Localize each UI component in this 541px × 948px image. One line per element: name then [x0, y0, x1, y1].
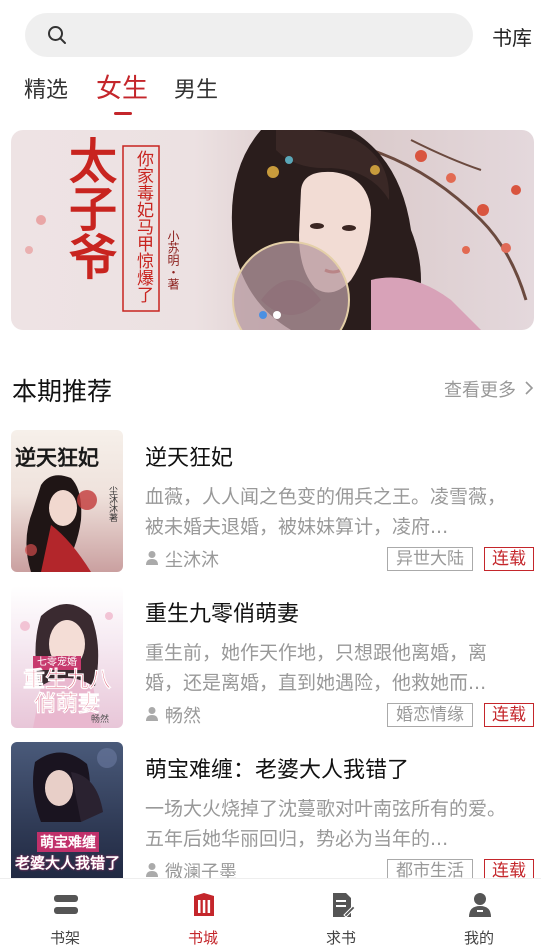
list-item[interactable]: 七零宠婚 重生九八俏萌妻 畅然 重生九零俏萌妻 重生前，她作天作地，只想跟他离婚… [0, 586, 541, 728]
book-cover[interactable]: 逆天狂妃 尘沐沐著 [11, 430, 123, 572]
category-tabs: 精选 女生 男生 [0, 68, 541, 118]
recommend-section-header: 本期推荐 查看更多 [0, 366, 541, 410]
tab-active-indicator [114, 112, 132, 115]
book-description: 重生前，她作天作地，只想跟他离婚，离婚，还是离婚，直到她遇险，他救她而... [145, 642, 488, 694]
cover-subtitle: 老婆大人我错了 [15, 854, 121, 872]
bookstore-icon [194, 893, 214, 916]
user-icon [146, 707, 158, 721]
tab-request-book[interactable]: 求书 [291, 879, 391, 948]
cover-author: 畅然 [91, 715, 110, 725]
search-icon [48, 26, 66, 44]
chevron-right-icon[interactable] [524, 380, 534, 396]
tab-featured[interactable]: 精选 [24, 72, 68, 104]
tab-female[interactable]: 女生 [96, 68, 148, 105]
section-title: 本期推荐 [12, 377, 113, 406]
see-more-link[interactable]: 查看更多 [444, 376, 516, 402]
status-badge: 连载 [484, 703, 534, 727]
genre-tag: 异世大陆 [387, 547, 473, 571]
bottom-tab-bar: 书架 书城 求书 我的 [0, 878, 541, 948]
tab-bookshelf[interactable]: 书架 [15, 879, 115, 948]
promo-banner[interactable]: 太子爷 你家毒妃马甲惊爆了 小苏明・著 [11, 130, 534, 330]
tab-profile[interactable]: 我的 [429, 879, 529, 948]
library-button[interactable]: 书库 [492, 22, 532, 51]
book-title[interactable]: 逆天狂妃 [145, 440, 233, 472]
book-description: 一场大火烧掉了沈蔓歌对叶南弦所有的爱。五年后她华丽回归，势必为当年的... [145, 798, 507, 850]
book-meta: 尘沐沐 异世大陆 连载 [145, 546, 535, 571]
banner-dot[interactable] [273, 311, 281, 319]
book-cover[interactable]: 萌宝难缠 老婆大人我错了 [11, 742, 123, 884]
book-author: 畅然 [165, 706, 201, 727]
search-bar[interactable] [25, 13, 473, 57]
book-description: 血薇，人人闻之色变的佣兵之王。凌雪薇，被未婚夫退婚，被妹妹算计，凌府... [145, 486, 507, 538]
bookshelf-icon [54, 895, 78, 914]
cover-title: 重生九八俏萌妻 [22, 667, 112, 717]
list-item[interactable]: 萌宝难缠 老婆大人我错了 萌宝难缠：老婆大人我错了 一场大火烧掉了沈蔓歌对叶南弦… [0, 742, 541, 884]
genre-tag: 婚恋情缘 [387, 703, 473, 727]
book-title[interactable]: 萌宝难缠：老婆大人我错了 [145, 752, 409, 784]
book-cover[interactable]: 七零宠婚 重生九八俏萌妻 畅然 [11, 586, 123, 728]
banner-subtitle: 你家毒妃马甲惊爆了 [133, 150, 153, 303]
status-badge: 连载 [484, 547, 534, 571]
cover-author: 尘沐沐著 [107, 486, 117, 522]
top-bar: 书库 [0, 0, 541, 62]
user-icon [146, 863, 158, 877]
book-meta: 畅然 婚恋情缘 连载 [145, 702, 535, 727]
tab-label: 求书 [325, 929, 356, 947]
tab-male[interactable]: 男生 [174, 72, 218, 104]
tab-label: 书架 [49, 929, 80, 947]
cover-title: 逆天狂妃 [15, 445, 99, 470]
banner-author: 小苏明・著 [166, 230, 180, 290]
banner-title: 太子爷 [60, 136, 116, 280]
user-icon [146, 551, 158, 565]
banner-dot-active[interactable] [259, 311, 267, 319]
tab-bookstore[interactable]: 书城 [153, 879, 253, 948]
tab-label: 我的 [463, 929, 494, 947]
list-item[interactable]: 逆天狂妃 尘沐沐著 逆天狂妃 血薇，人人闻之色变的佣兵之王。凌雪薇，被未婚夫退婚… [0, 430, 541, 572]
book-author: 尘沐沐 [165, 550, 219, 571]
request-book-icon [333, 893, 356, 918]
tab-label: 书城 [187, 929, 218, 947]
book-title[interactable]: 重生九零俏萌妻 [145, 596, 299, 628]
cover-title: 萌宝难缠 [37, 832, 99, 852]
profile-icon [469, 893, 491, 917]
